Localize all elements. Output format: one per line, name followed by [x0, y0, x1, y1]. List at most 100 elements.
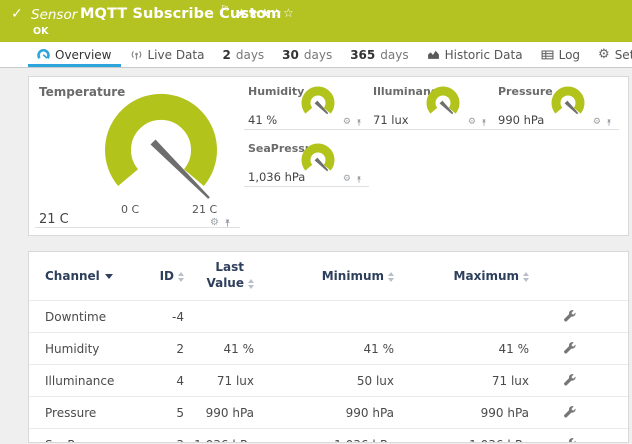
tab-label: Historic Data [445, 48, 523, 62]
tab-label: days [304, 48, 332, 62]
temperature-gauge-cell: Temperature 0 C 21 C 21 C ⚙ [29, 77, 242, 237]
minimum-cell [254, 301, 394, 333]
column-header-channel[interactable]: Channel [29, 252, 139, 301]
tab-2-days[interactable]: 2 days [213, 42, 273, 67]
channel-id-cell: 2 [139, 333, 184, 365]
channel-settings-cell [529, 301, 609, 333]
flag-icon[interactable]: ⚐ [220, 3, 230, 16]
status-check-icon: ✓ [11, 6, 23, 22]
gauge-settings-gear-icon[interactable]: ⚙ [468, 118, 476, 127]
channel-id-cell: -4 [139, 301, 184, 333]
table-row[interactable]: Pressure 5 990 hPa 990 hPa 990 hPa [29, 397, 628, 429]
wrench-icon[interactable] [563, 309, 576, 322]
pressure-gauge[interactable] [548, 84, 588, 124]
minimum-cell: 1,036 hPa [254, 429, 394, 444]
channel-name-cell: Downtime [29, 301, 139, 333]
column-label: ID [160, 269, 174, 283]
sort-arrows-icon [523, 272, 529, 282]
channel-name-cell: Humidity [29, 333, 139, 365]
gauge-value: 41 % [248, 113, 277, 127]
maximum-cell: 990 hPa [394, 397, 529, 429]
last-value-cell: 41 % [184, 333, 254, 365]
maximum-cell: 41 % [394, 333, 529, 365]
gauge-settings-gear-icon[interactable]: ⚙ [343, 175, 351, 184]
temperature-gauge[interactable] [91, 86, 231, 208]
gauge-icon [37, 48, 50, 61]
tab-live-data[interactable]: Live Data [121, 42, 214, 67]
wrench-icon[interactable] [563, 437, 576, 444]
minimum-cell: 50 lux [254, 365, 394, 397]
seapressure-gauge-cell: SeaPressure 1,036 hPa ⚙ [244, 140, 369, 187]
column-header-minimum[interactable]: Minimum [254, 252, 394, 301]
table-row[interactable]: SeaPressure 3 1,036 hPa 1,036 hPa 1,036 … [29, 429, 628, 444]
gauge-title: Humidity [248, 85, 304, 98]
tab-overview[interactable]: Overview [28, 42, 121, 67]
pin-icon[interactable] [480, 118, 488, 127]
wrench-icon[interactable] [563, 341, 576, 354]
priority-stars[interactable]: ★★★☆☆ [236, 6, 295, 20]
column-header-id[interactable]: ID [139, 252, 184, 301]
live-data-icon [130, 48, 143, 61]
gauge-value: 71 lux [373, 113, 409, 127]
last-value-cell [184, 301, 254, 333]
wrench-icon[interactable] [563, 405, 576, 418]
tab-label: Log [559, 48, 580, 62]
tab-label: Live Data [148, 48, 205, 62]
tab-label: Settings [615, 48, 632, 62]
table-header-row: Channel ID Last Value Minimum [29, 252, 628, 301]
illuminance-gauge-cell: Illuminance 71 lux ⚙ [369, 83, 494, 130]
channel-id-cell: 3 [139, 429, 184, 444]
pin-icon[interactable] [605, 118, 613, 127]
wrench-icon[interactable] [563, 373, 576, 386]
column-header-maximum[interactable]: Maximum [394, 252, 529, 301]
channel-settings-cell [529, 333, 609, 365]
maximum-cell: 1,036 hPa [394, 429, 529, 444]
tab-number: 365 [350, 48, 375, 62]
tab-30-days[interactable]: 30 days [273, 42, 341, 67]
tab-log[interactable]: Log [532, 42, 589, 67]
column-header-last-value[interactable]: Last Value [184, 252, 254, 301]
historic-chart-icon [427, 48, 440, 61]
gauge-settings-gear-icon[interactable]: ⚙ [593, 118, 601, 127]
minimum-cell: 990 hPa [254, 397, 394, 429]
column-label: Minimum [322, 269, 384, 283]
gauge-max-label: 21 C [192, 203, 217, 216]
tab-historic-data[interactable]: Historic Data [418, 42, 532, 67]
last-value-cell: 71 lux [184, 365, 254, 397]
tab-365-days[interactable]: 365 days [341, 42, 417, 67]
minimum-cell: 41 % [254, 333, 394, 365]
prtg-sensor-page: ✓ Sensor MQTT Subscribe Custom ⚐ ★★★☆☆ O… [0, 0, 632, 444]
tab-bar: Overview Live Data 2 days 30 days 365 da… [0, 42, 632, 68]
content-area: Temperature 0 C 21 C 21 C ⚙ [0, 68, 632, 443]
channel-settings-cell [529, 397, 609, 429]
column-label: Last [215, 260, 244, 274]
sort-caret-icon [105, 274, 113, 279]
table-row[interactable]: Downtime -4 [29, 301, 628, 333]
gauges-panel: Temperature 0 C 21 C 21 C ⚙ [28, 76, 629, 236]
sort-arrows-icon [178, 272, 184, 282]
object-kind-label: Sensor [31, 7, 77, 23]
table-row[interactable]: Illuminance 4 71 lux 50 lux 71 lux [29, 365, 628, 397]
pin-icon[interactable] [355, 118, 363, 127]
channel-settings-cell [529, 365, 609, 397]
channel-id-cell: 5 [139, 397, 184, 429]
humidity-gauge[interactable] [298, 84, 338, 124]
gauge-value: 21 C [39, 212, 69, 227]
sort-arrows-icon [388, 272, 394, 282]
sensor-status-header: ✓ Sensor MQTT Subscribe Custom ⚐ ★★★☆☆ O… [0, 0, 632, 42]
gauge-title: Pressure [498, 85, 553, 98]
illuminance-gauge[interactable] [423, 84, 463, 124]
tab-number: 30 [282, 48, 299, 62]
column-label: Value [206, 276, 244, 290]
pressure-gauge-cell: Pressure 990 hPa ⚙ [494, 83, 619, 130]
maximum-cell [394, 301, 529, 333]
tab-settings[interactable]: ⚙ Settings [589, 42, 632, 67]
tab-number: 2 [222, 48, 230, 62]
gauge-settings-gear-icon[interactable]: ⚙ [343, 118, 351, 127]
gauge-value: 990 hPa [498, 113, 544, 127]
log-icon [541, 48, 554, 61]
tab-label: days [236, 48, 264, 62]
table-row[interactable]: Humidity 2 41 % 41 % 41 % [29, 333, 628, 365]
pin-icon[interactable] [355, 175, 363, 184]
channel-name-cell: Illuminance [29, 365, 139, 397]
